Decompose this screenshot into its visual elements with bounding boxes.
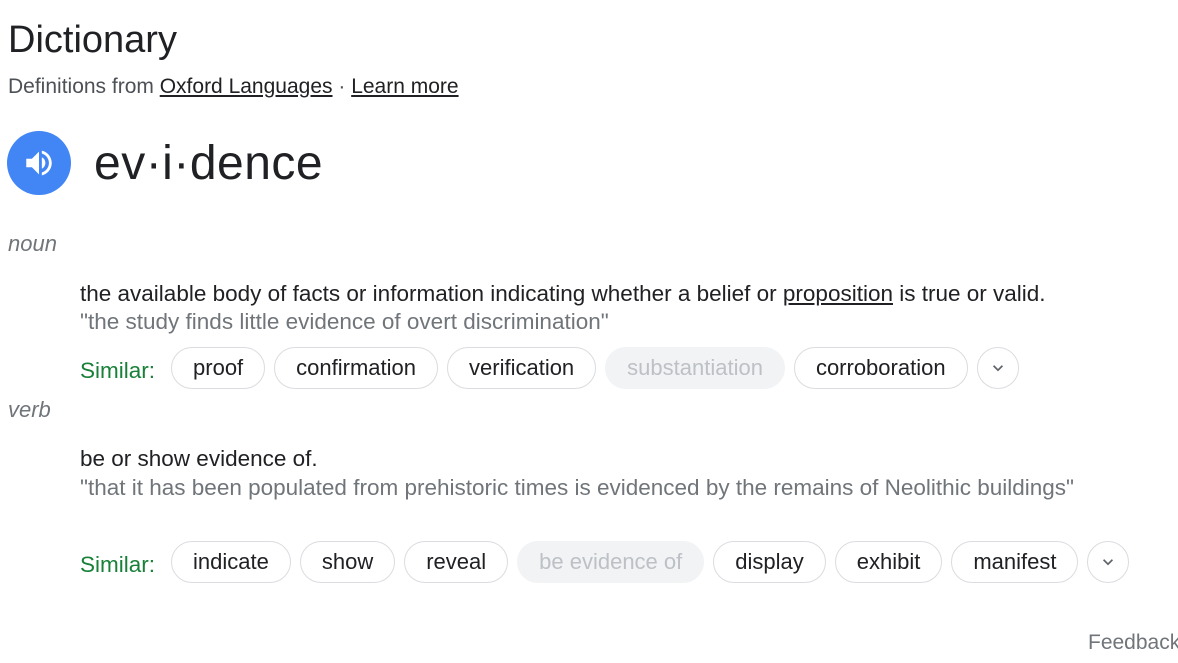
source-line: Definitions from Oxford Languages · Lear… xyxy=(8,74,459,100)
definition-verb: be or show evidence of. xyxy=(80,446,318,471)
definition-text: is true or valid. xyxy=(892,281,1046,306)
synonym-chip[interactable]: confirmation xyxy=(274,347,439,389)
synonym-chip[interactable]: exhibit xyxy=(834,541,943,583)
similar-row-verb: Similar: indicate show reveal be evidenc… xyxy=(80,541,1130,583)
volume-icon xyxy=(26,150,52,176)
synonym-chip[interactable]: show xyxy=(299,541,396,583)
part-of-speech-verb: verb xyxy=(8,397,51,422)
similar-row-noun: Similar: proof confirmation verification… xyxy=(80,347,1019,389)
headword: ev·i·dence xyxy=(94,137,324,190)
chevron-down-icon xyxy=(1103,559,1114,566)
chevron-down-icon xyxy=(992,365,1003,372)
learn-more-link[interactable]: Learn more xyxy=(351,75,458,98)
synonym-chip-disabled: substantiation xyxy=(605,347,785,389)
similar-label: Similar: xyxy=(80,552,156,577)
synonym-chip[interactable]: corroboration xyxy=(793,347,968,389)
synonym-chip-disabled: be evidence of xyxy=(517,541,705,583)
pronunciation-button[interactable] xyxy=(7,131,71,195)
example-verb: "that it has been populated from prehist… xyxy=(80,475,1074,500)
oxford-languages-link[interactable]: Oxford Languages xyxy=(160,75,333,98)
synonym-chip[interactable]: indicate xyxy=(171,541,291,583)
expand-synonyms-button[interactable] xyxy=(1087,541,1130,583)
synonym-chip[interactable]: verification xyxy=(447,347,597,389)
synonym-chip[interactable]: reveal xyxy=(404,541,509,583)
definition-text: the available body of facts or informati… xyxy=(80,281,783,306)
proposition-link[interactable]: proposition xyxy=(783,281,893,306)
expand-synonyms-button[interactable] xyxy=(976,347,1019,389)
dictionary-card: Dictionary Definitions from Oxford Langu… xyxy=(0,0,1178,663)
synonym-chip[interactable]: display xyxy=(713,541,826,583)
feedback-link[interactable]: Feedback xyxy=(1088,630,1178,656)
part-of-speech-noun: noun xyxy=(8,231,57,256)
similar-label: Similar: xyxy=(80,358,156,383)
card-title: Dictionary xyxy=(8,19,177,61)
source-prefix: Definitions from xyxy=(8,75,160,98)
synonym-chip[interactable]: proof xyxy=(171,347,266,389)
synonym-chip[interactable]: manifest xyxy=(951,541,1079,583)
definition-noun: the available body of facts or informati… xyxy=(80,279,1046,308)
example-noun: "the study finds little evidence of over… xyxy=(80,309,609,334)
source-separator: · xyxy=(332,75,352,98)
